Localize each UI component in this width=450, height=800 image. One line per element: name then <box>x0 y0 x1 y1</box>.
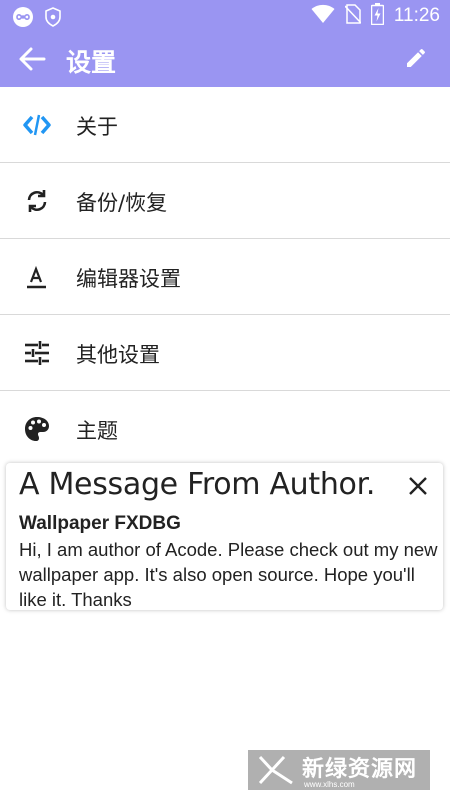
menu-item-about[interactable]: 关于 <box>0 87 450 163</box>
battery-charging-icon <box>370 2 385 30</box>
watermark: 新绿资源网 www.xlhs.com <box>248 750 430 790</box>
menu-item-label: 其他设置 <box>76 343 160 367</box>
author-message-card: A Message From Author. Wallpaper FXDBG H… <box>6 463 443 610</box>
menu-item-label: 备份/恢复 <box>76 191 168 215</box>
app-bar: 设置 <box>0 32 450 87</box>
status-bar: 11:26 <box>0 0 450 32</box>
watermark-logo-icon <box>258 755 294 785</box>
shield-icon <box>44 7 62 32</box>
menu-item-other-settings[interactable]: 其他设置 <box>0 315 450 391</box>
sync-icon <box>22 187 52 215</box>
menu-item-label: 关于 <box>76 115 118 139</box>
menu-item-label: 编辑器设置 <box>76 267 181 291</box>
wifi-icon <box>311 4 335 29</box>
card-body: Hi, I am author of Acode. Please check o… <box>19 539 438 610</box>
menu-item-backup-restore[interactable]: 备份/恢复 <box>0 163 450 239</box>
text-format-icon <box>22 263 52 291</box>
infinity-app-icon <box>12 6 34 33</box>
page-title: 设置 <box>66 48 117 77</box>
card-title: A Message From Author. <box>19 467 376 502</box>
sliders-icon <box>22 339 52 367</box>
settings-menu: 关于 备份/恢复 编辑器设置 其他设置 主题 <box>0 87 450 466</box>
wallpaper-app-link[interactable]: Wallpaper FXDBG <box>19 513 181 535</box>
no-sim-icon <box>344 3 362 29</box>
watermark-url: www.xlhs.com <box>304 780 355 789</box>
menu-item-label: 主题 <box>76 419 118 443</box>
back-arrow-icon[interactable] <box>18 46 48 74</box>
watermark-text: 新绿资源网 <box>302 757 418 782</box>
palette-icon <box>22 415 52 443</box>
close-icon[interactable] <box>407 475 429 497</box>
code-icon <box>22 111 52 139</box>
edit-pencil-icon[interactable] <box>404 46 430 72</box>
menu-item-theme[interactable]: 主题 <box>0 391 450 466</box>
menu-item-editor-settings[interactable]: 编辑器设置 <box>0 239 450 315</box>
status-time: 11:26 <box>393 5 440 26</box>
